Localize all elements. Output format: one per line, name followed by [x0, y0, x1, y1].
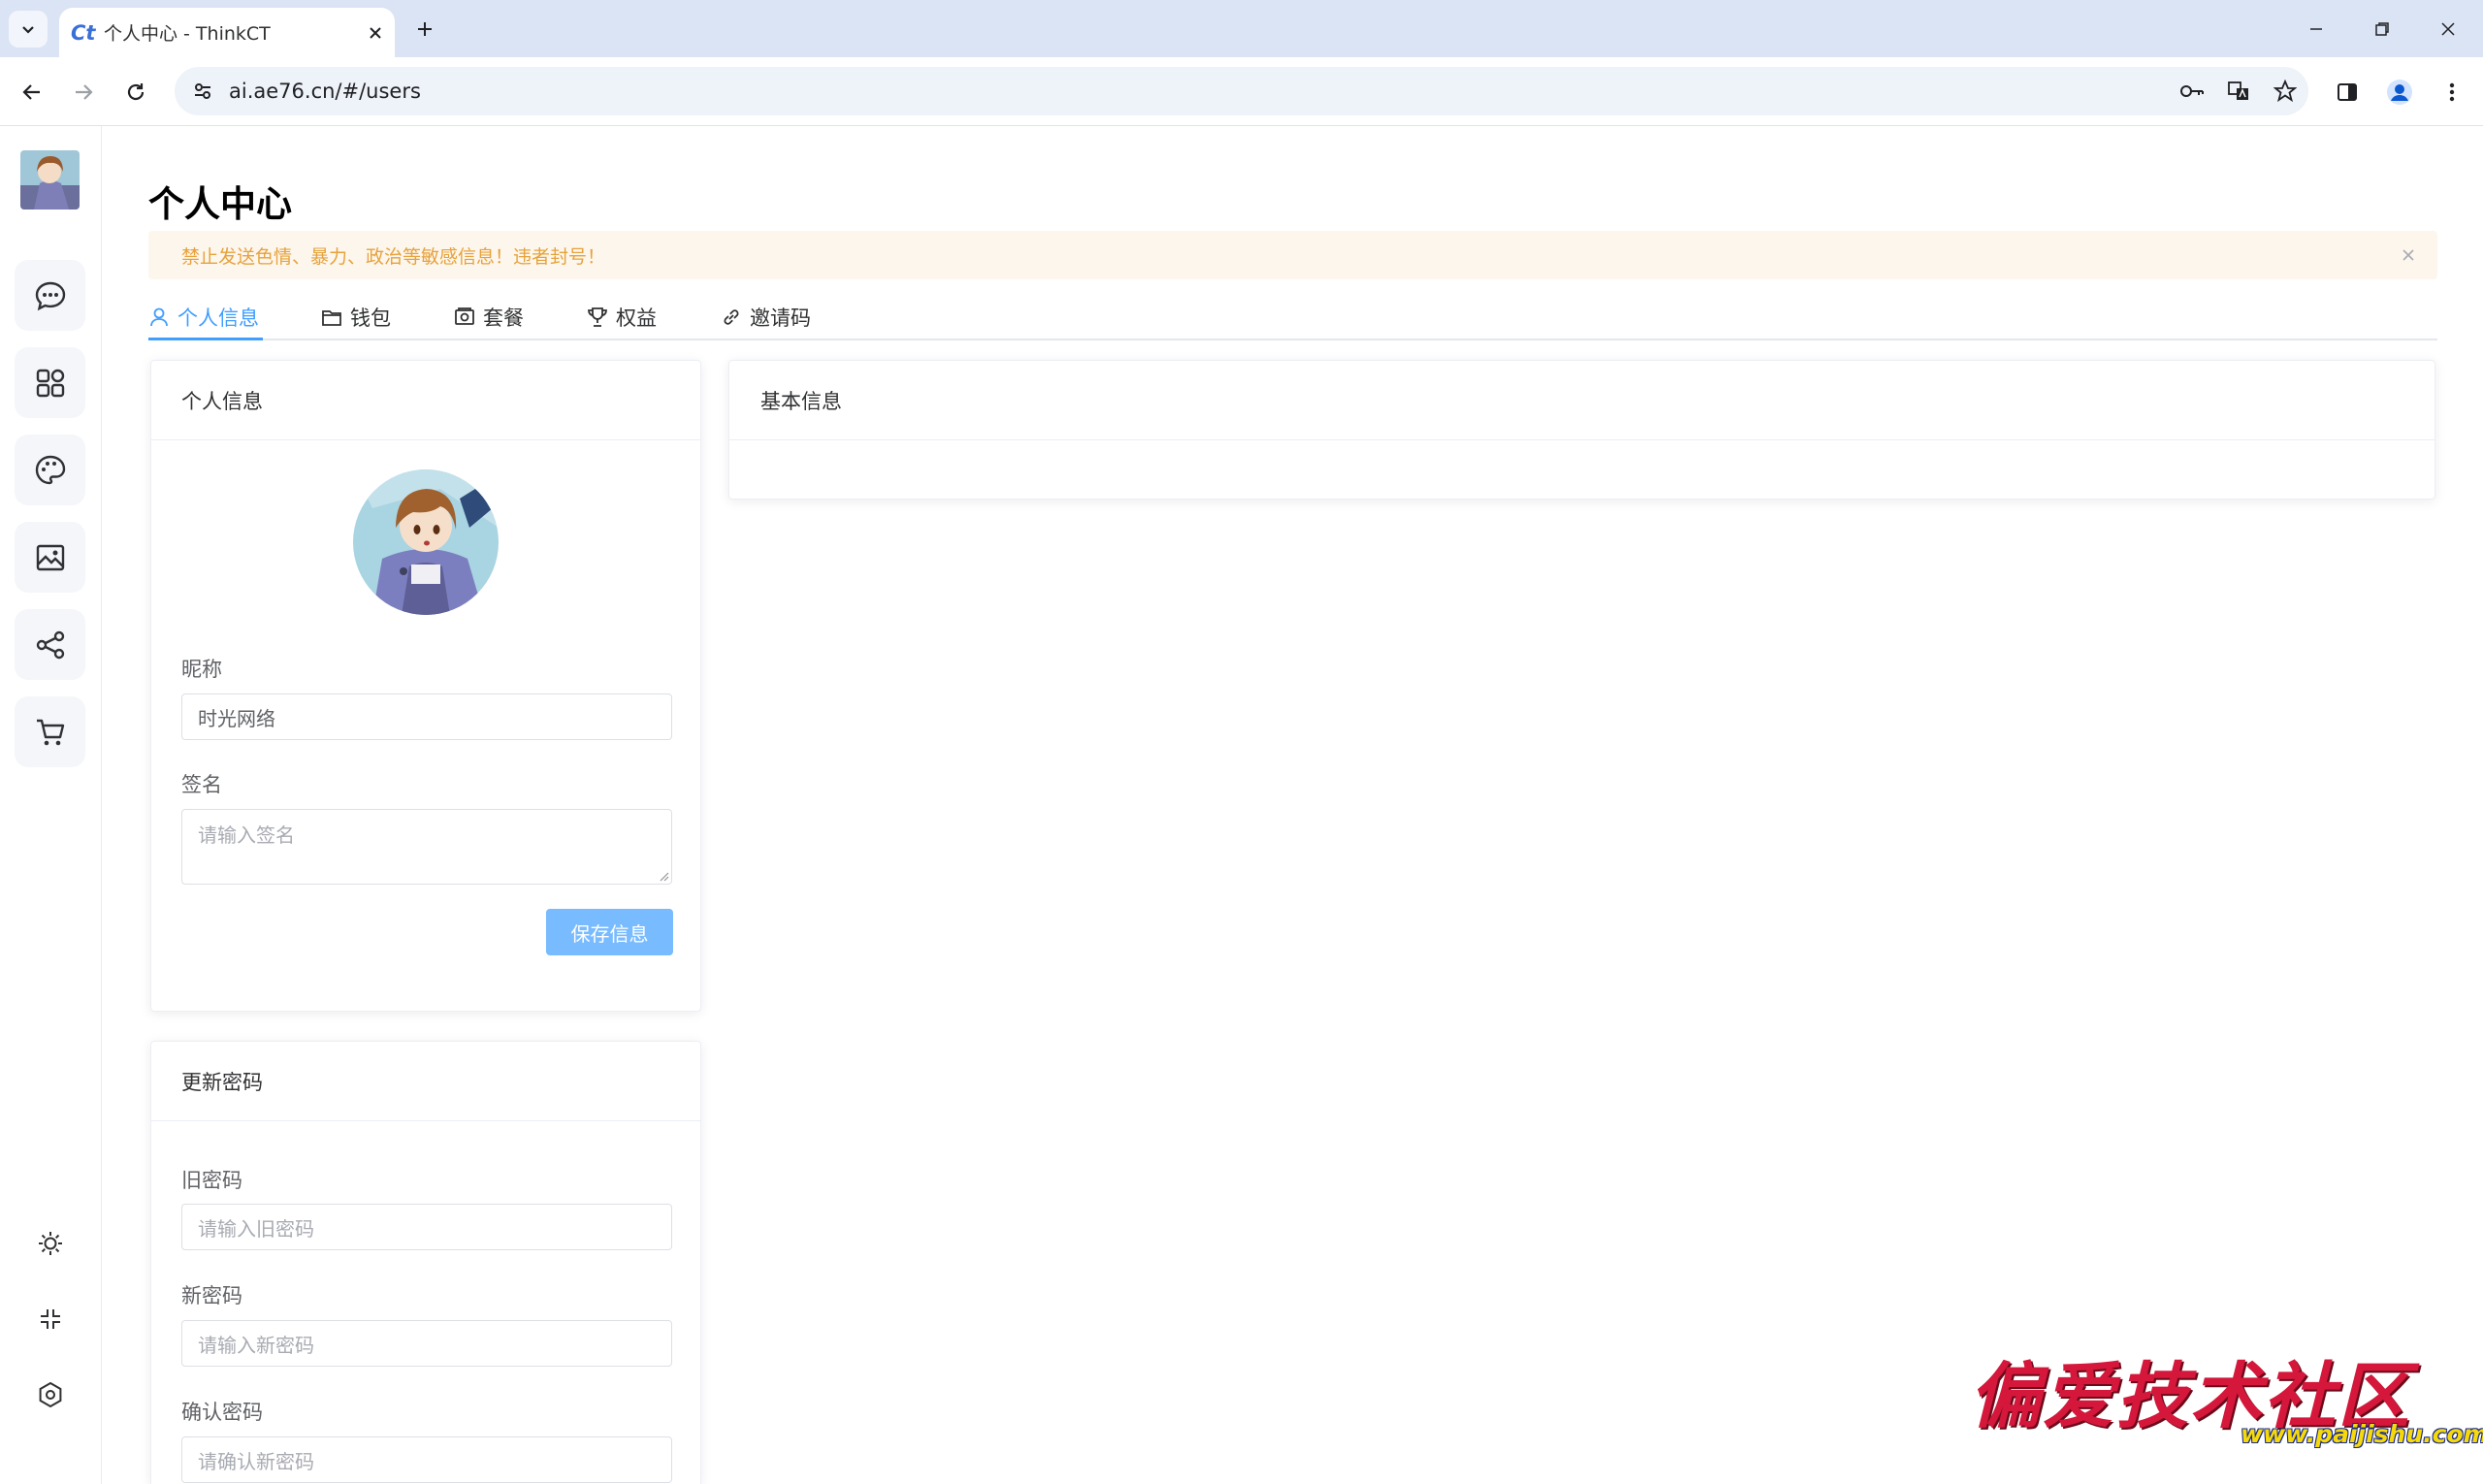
warning-alert: 禁止发送色情、暴力、政治等敏感信息！违者封号！ — [148, 231, 2437, 279]
reload-button[interactable] — [114, 71, 157, 113]
close-window-button[interactable] — [2419, 8, 2477, 50]
old-password-input[interactable]: 请输入旧密码 — [181, 1204, 672, 1250]
password-card: 更新密码 旧密码 请输入旧密码 新密码 请输入新密码 确认密码 请确认新密码 — [150, 1041, 701, 1484]
profile-card: 个人信息 昵称 时光网络 签名 请输入签名 保存信息 — [150, 360, 701, 1012]
arrow-right-icon — [76, 84, 93, 100]
side-panel-icon[interactable] — [2326, 71, 2369, 113]
old-password-label: 旧密码 — [181, 1169, 242, 1192]
link-icon — [721, 306, 742, 328]
tab-label: 权益 — [616, 306, 657, 330]
confirm-password-label: 确认密码 — [181, 1401, 263, 1424]
address-bar[interactable]: ai.ae76.cn/#/users — [175, 67, 2308, 115]
profile-avatar-icon[interactable] — [2378, 71, 2421, 113]
palette-icon — [35, 455, 65, 484]
sun-icon — [39, 1232, 62, 1255]
card-title: 个人信息 — [151, 361, 700, 440]
minimize-button[interactable] — [2287, 8, 2345, 50]
tab-close-icon[interactable] — [356, 14, 395, 52]
card-title: 基本信息 — [729, 361, 2435, 440]
reload-icon — [127, 83, 145, 101]
browser-toolbar: ai.ae76.cn/#/users — [0, 57, 2483, 126]
page-title: 个人中心 — [148, 183, 292, 225]
sidebar-item-chat[interactable] — [15, 260, 85, 331]
trophy-icon — [587, 306, 608, 328]
password-key-icon[interactable] — [2169, 67, 2215, 115]
fullscreen-toggle-button[interactable] — [25, 1294, 76, 1344]
restore-button[interactable] — [2353, 8, 2411, 50]
new-tab-button[interactable] — [405, 10, 444, 48]
settings-icon — [39, 1381, 62, 1408]
tab-title: 个人中心 - ThinkCT — [104, 23, 271, 45]
tab-label: 邀请码 — [750, 306, 811, 330]
watermark-logo: 偏爱技术社区 www.paijishu.com — [1969, 1339, 2483, 1455]
nickname-label: 昵称 — [181, 658, 222, 681]
app-root: 个人中心 禁止发送色情、暴力、政治等敏感信息！违者封号！ 个人信息 钱包 套餐 … — [0, 126, 2483, 1484]
theme-toggle-button[interactable] — [25, 1218, 76, 1269]
wallet-icon — [321, 306, 342, 328]
tab-wallet[interactable]: 钱包 — [321, 293, 391, 340]
tab-active-indicator — [148, 338, 263, 340]
browser-tab-active[interactable]: Ct 个人中心 - ThinkCT — [59, 8, 395, 57]
cart-icon — [36, 719, 64, 745]
url-text[interactable]: ai.ae76.cn/#/users — [229, 80, 2169, 103]
profile-tabs: 个人信息 钱包 套餐 权益 邀请码 — [148, 293, 2437, 340]
site-info-icon[interactable] — [178, 67, 227, 115]
plus-icon — [418, 22, 432, 36]
translate-icon[interactable] — [2215, 67, 2262, 115]
main-content: 个人中心 禁止发送色情、暴力、政治等敏感信息！违者封号！ 个人信息 钱包 套餐 … — [148, 126, 2437, 1484]
new-password-input[interactable]: 请输入新密码 — [181, 1320, 672, 1367]
menu-kebab-icon[interactable] — [2431, 71, 2473, 113]
share-icon — [36, 630, 64, 659]
back-button[interactable] — [11, 71, 53, 113]
arrow-left-icon — [22, 84, 40, 100]
sidebar-item-apps[interactable] — [15, 347, 85, 418]
watermark-url: www.paijishu.com — [2241, 1420, 2483, 1448]
avatar[interactable] — [20, 150, 80, 210]
apps-icon — [36, 369, 64, 397]
package-icon — [454, 306, 475, 328]
favicon-icon: Ct — [71, 20, 96, 45]
bookmark-star-icon[interactable] — [2262, 67, 2308, 115]
tab-search-button[interactable] — [9, 11, 48, 48]
tab-profile[interactable]: 个人信息 — [148, 293, 259, 340]
sidebar — [0, 126, 102, 1484]
new-password-label: 新密码 — [181, 1284, 242, 1307]
save-info-button[interactable]: 保存信息 — [546, 909, 673, 955]
signature-placeholder: 请输入签名 — [198, 823, 295, 847]
tab-label: 套餐 — [483, 306, 524, 330]
alert-close-icon[interactable] — [2397, 243, 2420, 267]
resize-grip-icon[interactable] — [658, 870, 669, 882]
chat-icon — [35, 281, 65, 310]
card-title: 更新密码 — [151, 1042, 700, 1121]
tab-label: 钱包 — [350, 306, 391, 330]
forward-button[interactable] — [62, 71, 105, 113]
alert-text: 禁止发送色情、暴力、政治等敏感信息！违者封号！ — [181, 245, 606, 268]
confirm-password-input[interactable]: 请确认新密码 — [181, 1436, 672, 1483]
sidebar-item-share[interactable] — [15, 609, 85, 680]
settings-button[interactable] — [25, 1370, 76, 1420]
browser-tabbar: Ct 个人中心 - ThinkCT — [0, 0, 2483, 57]
profile-avatar[interactable] — [353, 469, 499, 615]
user-icon — [148, 306, 170, 328]
basic-info-card: 基本信息 — [728, 360, 2435, 500]
nickname-input[interactable]: 时光网络 — [181, 694, 672, 740]
tab-package[interactable]: 套餐 — [454, 293, 524, 340]
sidebar-item-image[interactable] — [15, 522, 85, 593]
signature-textarea[interactable]: 请输入签名 — [181, 809, 672, 885]
tab-invite-code[interactable]: 邀请码 — [721, 293, 811, 340]
image-icon — [36, 544, 64, 570]
chevron-down-icon — [22, 26, 34, 34]
collapse-icon — [41, 1309, 60, 1329]
tab-label: 个人信息 — [177, 306, 259, 330]
signature-label: 签名 — [181, 773, 222, 796]
sidebar-item-cart[interactable] — [15, 696, 85, 767]
tab-rights[interactable]: 权益 — [587, 293, 657, 340]
sidebar-item-palette[interactable] — [15, 435, 85, 505]
